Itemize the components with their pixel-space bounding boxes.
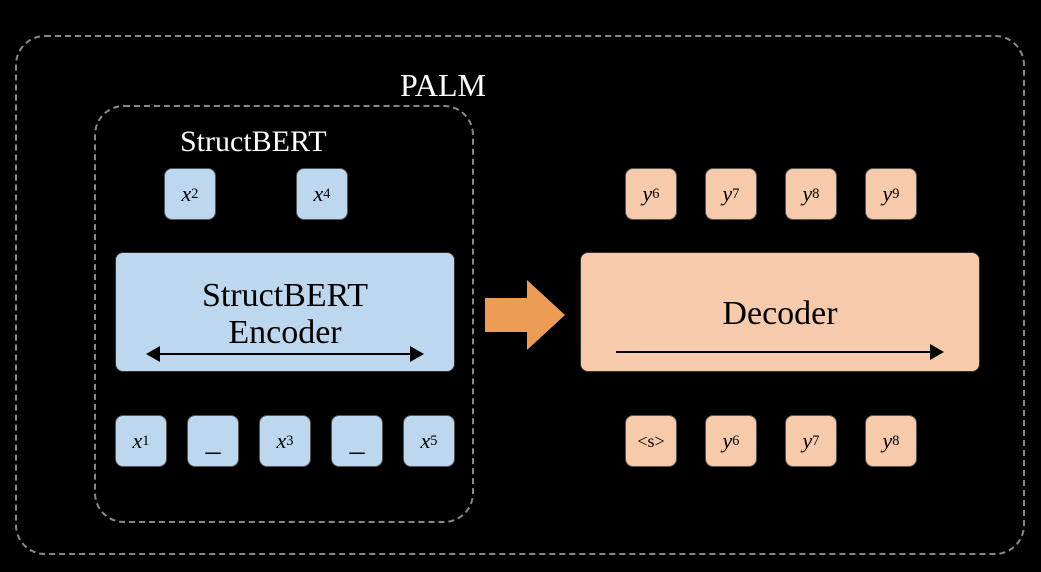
- start-token: <s>: [625, 415, 677, 467]
- token: y6: [625, 168, 677, 220]
- token: x4: [296, 168, 348, 220]
- decoder-input-tokens: <s> y6 y7 y8: [625, 415, 917, 467]
- token: y7: [705, 168, 757, 220]
- structbert-label: StructBERT: [180, 125, 327, 159]
- palm-label: PALM: [400, 67, 486, 104]
- mask-token: _: [187, 415, 239, 467]
- token: y6: [705, 415, 757, 467]
- flow-arrow-icon: [485, 280, 565, 350]
- encoder-box: StructBERT Encoder: [115, 252, 455, 372]
- token: x3: [259, 415, 311, 467]
- decoder-box: Decoder: [580, 252, 980, 372]
- encoder-label: StructBERT Encoder: [202, 277, 368, 352]
- token: y8: [865, 415, 917, 467]
- token: y8: [785, 168, 837, 220]
- right-arrow-icon: [616, 347, 944, 357]
- token: y9: [865, 168, 917, 220]
- token: y7: [785, 415, 837, 467]
- token: x5: [403, 415, 455, 467]
- token: x2: [164, 168, 216, 220]
- token: x1: [115, 415, 167, 467]
- encoder-input-tokens: x1 _ x3 _ x5: [115, 415, 455, 467]
- bidirectional-arrow-icon: [146, 349, 424, 359]
- encoder-output-tokens: x2 x4: [164, 168, 348, 220]
- decoder-output-tokens: y6 y7 y8 y9: [625, 168, 917, 220]
- mask-token: _: [331, 415, 383, 467]
- decoder-label: Decoder: [722, 295, 837, 333]
